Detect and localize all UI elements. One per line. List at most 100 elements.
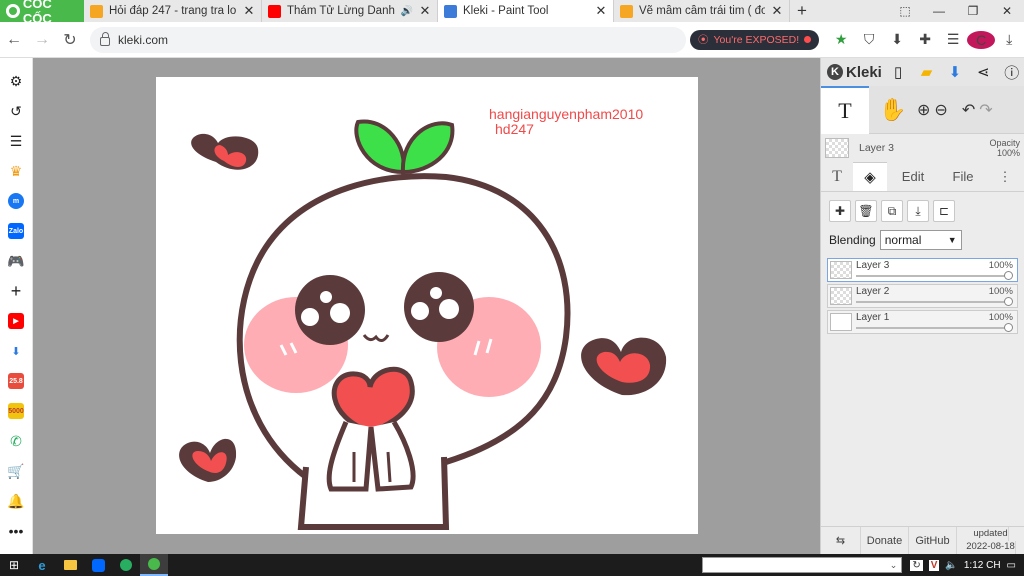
- promo-icon[interactable]: 5000: [0, 396, 33, 426]
- shield-check-icon[interactable]: ⛉: [855, 31, 883, 48]
- tab-text[interactable]: T: [821, 162, 853, 191]
- windows-start-icon[interactable]: ⊞: [0, 554, 28, 576]
- kleki-logo-text: Kleki: [846, 63, 882, 81]
- swap-icon[interactable]: ⇆: [821, 527, 861, 554]
- more-options-button[interactable]: ⋮: [987, 162, 1023, 191]
- speaker-icon[interactable]: 🔊: [401, 6, 413, 17]
- duplicate-layer-icon[interactable]: ⧉: [881, 200, 903, 222]
- layer-opacity: 100%: [988, 286, 1013, 297]
- messenger-icon[interactable]: m: [0, 186, 33, 216]
- drawing-canvas[interactable]: hangianguyenpham2010 hd247: [156, 77, 698, 534]
- url-field[interactable]: kleki.com: [90, 26, 686, 53]
- blending-select[interactable]: normal ▼: [879, 230, 962, 250]
- blending-control: Blending normal ▼: [821, 226, 1024, 254]
- forward-button[interactable]: →: [28, 31, 56, 49]
- new-file-icon[interactable]: ▯: [886, 63, 910, 81]
- slider-knob[interactable]: [1004, 297, 1013, 306]
- coccoc-taskbar-icon[interactable]: [140, 554, 168, 576]
- help-icon[interactable]: ⓘ: [1000, 62, 1024, 83]
- sale-icon[interactable]: 25.8: [0, 366, 33, 396]
- download-box-icon[interactable]: ⬇: [883, 31, 911, 48]
- layer-thumbnail: [830, 261, 852, 279]
- file-explorer-icon[interactable]: [56, 554, 84, 576]
- taskbar-search-field[interactable]: ⌄: [702, 557, 903, 573]
- merge-layer-icon[interactable]: ⤓: [907, 200, 929, 222]
- layer-buttons: ✚ 🗑 ⧉ ⤓ ⊏: [821, 192, 1024, 226]
- slider-knob[interactable]: [1004, 323, 1013, 332]
- refresh-icon[interactable]: ↻: [910, 559, 923, 571]
- tab-youtube[interactable]: Thám Tử Lừng Danh Co 🔊 ✕: [262, 0, 438, 22]
- history-icon[interactable]: ↺: [0, 96, 33, 126]
- edge-icon[interactable]: e: [28, 554, 56, 576]
- notifications-icon[interactable]: ▭: [1007, 560, 1016, 571]
- bell-icon[interactable]: 🔔: [0, 486, 33, 516]
- close-tab-icon[interactable]: ✕: [243, 3, 255, 19]
- reading-list-icon[interactable]: ☰: [939, 31, 967, 48]
- downloads-sidebar-icon[interactable]: ⬇: [0, 336, 33, 366]
- slider-knob[interactable]: [1004, 271, 1013, 280]
- cart-icon[interactable]: 🛒: [0, 456, 33, 486]
- gear-icon[interactable]: ⚙: [0, 66, 33, 96]
- vietkey-icon[interactable]: V: [928, 559, 940, 571]
- close-tab-icon[interactable]: ✕: [419, 3, 431, 19]
- crown-icon[interactable]: ♛: [0, 156, 33, 186]
- volume-icon[interactable]: 🔈: [945, 560, 957, 571]
- tab-edit[interactable]: Edit: [887, 162, 939, 191]
- zoom-out-icon[interactable]: ⊖: [934, 100, 947, 120]
- zoom-in-icon[interactable]: ⊕: [917, 100, 930, 120]
- text-tool-button[interactable]: T: [821, 85, 869, 134]
- more-icon[interactable]: •••: [0, 516, 33, 546]
- github-link[interactable]: GitHub: [909, 527, 957, 554]
- screen-capture-icon[interactable]: ⬚: [888, 0, 922, 22]
- browser-brand[interactable]: CỐC CỐC: [0, 0, 84, 26]
- layer-opacity-slider[interactable]: [856, 271, 1013, 280]
- layer-opacity-slider[interactable]: [856, 323, 1013, 332]
- list-icon[interactable]: ☰: [0, 126, 33, 156]
- close-tab-icon[interactable]: ✕: [771, 3, 783, 19]
- close-window-button[interactable]: ✕: [990, 0, 1024, 22]
- delete-layer-icon[interactable]: 🗑: [855, 200, 877, 222]
- game-controller-icon[interactable]: 🎮: [0, 246, 33, 276]
- tab-hoidap[interactable]: Hỏi đáp 247 - trang tra loi ✕: [84, 0, 262, 22]
- rename-layer-icon[interactable]: ⊏: [933, 200, 955, 222]
- back-button[interactable]: ←: [0, 31, 28, 49]
- chat-icon[interactable]: ✆: [0, 426, 33, 456]
- tab-layers[interactable]: ◈: [853, 162, 887, 191]
- profile-button[interactable]: C: [967, 30, 996, 49]
- restore-button[interactable]: ❐: [956, 0, 990, 22]
- downloads-icon[interactable]: ⤓: [995, 31, 1023, 48]
- canvas-workspace[interactable]: hangianguyenpham2010 hd247: [33, 58, 820, 554]
- donate-link[interactable]: Donate: [861, 527, 909, 554]
- layer-name: Layer 3: [856, 260, 890, 271]
- zalo-taskbar-icon[interactable]: [84, 554, 112, 576]
- layer-thumbnail: [830, 313, 852, 331]
- tab-kleki[interactable]: Kleki - Paint Tool ✕: [438, 0, 614, 22]
- exposed-badge[interactable]: ⦿ You're EXPOSED!: [690, 29, 820, 50]
- hand-tool-button[interactable]: ✋: [869, 86, 917, 134]
- youtube-icon[interactable]: ▶: [0, 306, 33, 336]
- new-tab-button[interactable]: +: [790, 0, 814, 22]
- undo-icon[interactable]: ↶: [962, 100, 975, 120]
- layer-opacity-slider[interactable]: [856, 297, 1013, 306]
- add-icon[interactable]: +: [0, 276, 33, 306]
- close-tab-icon[interactable]: ✕: [595, 3, 607, 19]
- minimize-button[interactable]: —: [922, 0, 956, 22]
- open-folder-icon[interactable]: ▰: [914, 63, 938, 81]
- app-taskbar-icon[interactable]: [112, 554, 140, 576]
- hoidap-favicon-icon: [620, 4, 633, 18]
- clock-time[interactable]: 1:12 CH: [964, 560, 1001, 571]
- layer-item[interactable]: Layer 3 100%: [827, 258, 1018, 282]
- updated-label: updated: [973, 527, 1009, 541]
- tab-file[interactable]: File: [939, 162, 987, 191]
- extensions-icon[interactable]: ✚: [911, 31, 939, 48]
- layer-item[interactable]: Layer 1 100%: [827, 310, 1018, 334]
- reload-button[interactable]: ↻: [56, 30, 84, 50]
- tab-ve-mam[interactable]: Vẽ mầm cầm trái tim ( đơn g ✕: [614, 0, 790, 22]
- add-layer-icon[interactable]: ✚: [829, 200, 851, 222]
- share-icon[interactable]: ⋖: [971, 63, 995, 81]
- star-icon[interactable]: ★: [827, 31, 855, 48]
- redo-icon[interactable]: ↷: [979, 100, 992, 120]
- zalo-icon[interactable]: Zalo: [0, 216, 33, 246]
- layer-item[interactable]: Layer 2 100%: [827, 284, 1018, 308]
- download-icon[interactable]: ⬇: [943, 63, 967, 81]
